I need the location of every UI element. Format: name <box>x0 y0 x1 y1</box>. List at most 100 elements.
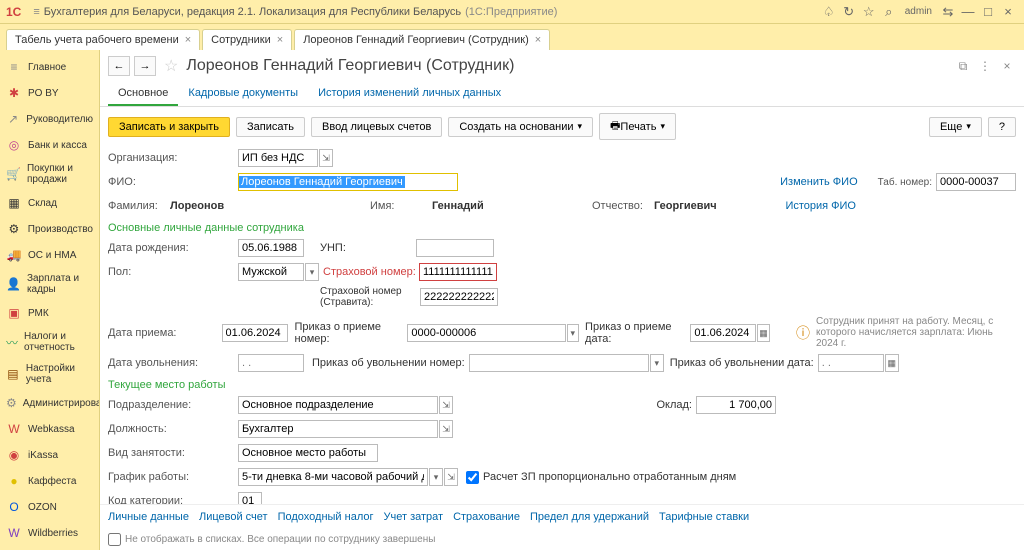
fire-date-field[interactable] <box>238 354 304 372</box>
tab[interactable]: Табель учета рабочего времени× <box>6 29 200 50</box>
star-icon[interactable]: ☆ <box>164 56 178 76</box>
change-fio-link[interactable]: Изменить ФИО <box>780 176 858 188</box>
sidebar-icon: 🚚 <box>6 247 22 263</box>
hire-order-date-field[interactable] <box>690 324 756 342</box>
tab-close-icon[interactable]: × <box>185 34 191 46</box>
tab[interactable]: Лореонов Геннадий Георгиевич (Сотрудник)… <box>294 29 550 50</box>
birth-field[interactable] <box>238 239 304 257</box>
info-text: Сотрудник принят на работу. Месяц, с кот… <box>816 316 1016 349</box>
sidebar-item[interactable]: ≡Главное <box>0 54 99 80</box>
sidebar-item[interactable]: ▦Склад <box>0 190 99 216</box>
org-field[interactable] <box>238 149 318 167</box>
history-fio-link[interactable]: История ФИО <box>785 200 856 212</box>
org-label: Организация: <box>108 152 238 164</box>
salary-label: Оклад: <box>656 399 692 411</box>
hire-date-field[interactable] <box>222 324 288 342</box>
sidebar-item[interactable]: ▣РМК <box>0 300 99 326</box>
fire-order-picker[interactable]: ▾ <box>650 354 664 372</box>
sidebar-item[interactable]: 🚚ОС и НМА <box>0 242 99 268</box>
sidebar-item[interactable]: ✱PO BY <box>0 80 99 106</box>
help-button[interactable]: ? <box>988 117 1016 137</box>
minimize-icon[interactable]: — <box>958 2 978 22</box>
save-close-button[interactable]: Записать и закрыть <box>108 117 230 137</box>
tab-close-icon[interactable]: × <box>277 34 283 46</box>
insurance-field[interactable] <box>419 263 497 281</box>
position-picker[interactable]: ⇲ <box>439 420 453 438</box>
dept-picker[interactable]: ⇲ <box>439 396 453 414</box>
subtab[interactable]: Основное <box>108 82 178 106</box>
sidebar-item[interactable]: ●Каффеста <box>0 468 99 494</box>
sidebar-item[interactable]: ▤Настройки учета <box>0 358 99 390</box>
tabnum-field[interactable] <box>936 173 1016 191</box>
schedule-field[interactable] <box>238 468 428 486</box>
hire-order-field[interactable] <box>407 324 565 342</box>
more-button[interactable]: Еще▾ <box>929 117 982 137</box>
fire-order-field[interactable] <box>469 354 649 372</box>
sidebar-item[interactable]: 👤Зарплата и кадры <box>0 268 99 300</box>
prop-calc-checkbox[interactable] <box>466 471 479 484</box>
footer-link[interactable]: Страхование <box>453 511 520 523</box>
sidebar-item[interactable]: ◉iKassa <box>0 442 99 468</box>
sidebar-item[interactable]: ⚙Производство <box>0 216 99 242</box>
sidebar-icon: 〰 <box>6 334 18 350</box>
employment-field[interactable] <box>238 444 378 462</box>
footer-link[interactable]: Подоходный налог <box>278 511 374 523</box>
fire-order-date-field[interactable] <box>818 354 884 372</box>
sidebar-item[interactable]: 〰Налоги и отчетность <box>0 326 99 358</box>
sidebar-item[interactable]: OOZON <box>0 494 99 520</box>
category-field[interactable] <box>238 492 262 504</box>
stravita-field[interactable] <box>420 288 498 306</box>
open-external-icon[interactable]: ⧉ <box>954 57 972 75</box>
hide-checkbox[interactable] <box>108 533 121 546</box>
footer-link[interactable]: Лицевой счет <box>199 511 268 523</box>
gender-dd-icon[interactable]: ▾ <box>305 263 319 281</box>
schedule-picker[interactable]: ⇲ <box>444 468 458 486</box>
user-name[interactable]: admin <box>905 6 932 17</box>
hire-order-picker[interactable]: ▾ <box>567 324 579 342</box>
close-icon[interactable]: × <box>998 2 1018 22</box>
forward-button[interactable]: → <box>134 56 156 76</box>
search-icon[interactable]: ⌕ <box>879 2 899 22</box>
sidebar-item[interactable]: WWildberries <box>0 520 99 546</box>
position-field[interactable] <box>238 420 438 438</box>
fio-label: ФИО: <box>108 176 238 188</box>
subtab[interactable]: Кадровые документы <box>178 82 308 104</box>
print-button[interactable]: 🖶 Печать▾ <box>599 113 676 140</box>
sidebar-item[interactable]: ◎Банк и касса <box>0 132 99 158</box>
tab-close-icon[interactable]: × <box>535 34 541 46</box>
create-based-button[interactable]: Создать на основании▾ <box>448 117 593 137</box>
footer-link[interactable]: Учет затрат <box>384 511 444 523</box>
maximize-icon[interactable]: □ <box>978 2 998 22</box>
unp-field[interactable] <box>416 239 494 257</box>
save-button[interactable]: Записать <box>236 117 305 137</box>
notify-icon[interactable]: ♤ <box>819 2 839 22</box>
fio-field[interactable]: Лореонов Геннадий Георгиевич <box>238 173 458 191</box>
org-picker-icon[interactable]: ⇲ <box>319 149 333 167</box>
burger-icon[interactable]: ≡ <box>33 6 39 18</box>
gender-label: Пол: <box>108 266 238 278</box>
footer-link[interactable]: Тарифные ставки <box>659 511 749 523</box>
schedule-dd[interactable]: ▾ <box>429 468 443 486</box>
tab[interactable]: Сотрудники× <box>202 29 292 50</box>
favorite-icon[interactable]: ☆ <box>859 2 879 22</box>
date-picker-icon[interactable]: ▦ <box>885 354 899 372</box>
sidebar-item[interactable]: WWebkassa <box>0 416 99 442</box>
sidebar-item[interactable]: 🛒Покупки и продажи <box>0 158 99 190</box>
subtab[interactable]: История изменений личных данных <box>308 82 511 104</box>
page-title: Лореонов Геннадий Георгиевич (Сотрудник) <box>186 57 950 75</box>
sidebar-item[interactable]: ⚙Администрирование <box>0 390 99 416</box>
salary-field[interactable] <box>696 396 776 414</box>
options-icon[interactable]: ⇆ <box>938 2 958 22</box>
close-page-icon[interactable]: × <box>998 57 1016 75</box>
more-icon[interactable]: ⋮ <box>976 57 994 75</box>
history-icon[interactable]: ↻ <box>839 2 859 22</box>
date-picker-icon[interactable]: ▦ <box>757 324 769 342</box>
footer-link[interactable]: Личные данные <box>108 511 189 523</box>
back-button[interactable]: ← <box>108 56 130 76</box>
accounts-button[interactable]: Ввод лицевых счетов <box>311 117 442 137</box>
footer-link[interactable]: Предел для удержаний <box>530 511 649 523</box>
dept-field[interactable] <box>238 396 438 414</box>
sidebar-label: Webkassa <box>28 424 75 435</box>
gender-field[interactable] <box>238 263 304 281</box>
sidebar-item[interactable]: ↗Руководителю <box>0 106 99 132</box>
